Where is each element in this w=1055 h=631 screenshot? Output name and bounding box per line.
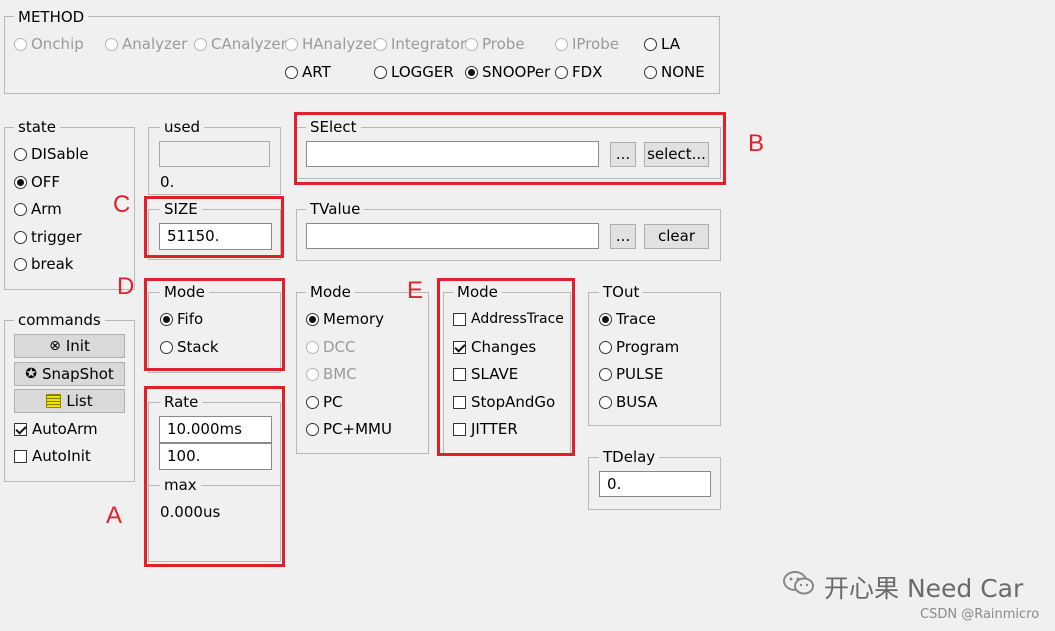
watermark-sub: CSDN @Rainmicro xyxy=(920,607,1040,622)
tvalue-browse-button[interactable]: ... xyxy=(610,224,636,249)
annotation-box-b xyxy=(294,112,726,185)
annotation-label-a: A xyxy=(106,502,123,529)
used-title: used xyxy=(160,118,205,136)
method-group xyxy=(4,16,720,94)
annotation-label-b: B xyxy=(748,130,765,157)
tdelay-title: TDelay xyxy=(599,448,660,466)
mode-radio-pc-mmu[interactable]: PC+MMU xyxy=(306,419,392,439)
snapshot-button[interactable]: ✪ SnapShot xyxy=(14,362,125,386)
annotation-box-c xyxy=(144,196,284,258)
tvalue-title: TValue xyxy=(306,200,365,218)
method-radio-canalyzer[interactable]: CAnalyzer xyxy=(194,34,287,54)
method-radio-onchip[interactable]: Onchip xyxy=(14,34,84,54)
mode-radio-dcc[interactable]: DCC xyxy=(306,337,356,357)
tout-title: TOut xyxy=(599,283,644,301)
autoarm-checkbox[interactable]: AutoArm xyxy=(14,419,98,439)
reset-icon: ⊗ xyxy=(49,338,61,354)
tout-radio-busa[interactable]: BUSA xyxy=(599,392,657,412)
state-radio-trigger[interactable]: trigger xyxy=(14,227,82,247)
method-radio-integrator[interactable]: Integrator xyxy=(374,34,466,54)
mode-radio-pc[interactable]: PC xyxy=(306,392,343,412)
annotation-label-c: C xyxy=(113,191,131,218)
commands-title: commands xyxy=(14,311,105,329)
state-radio-disable[interactable]: DISable xyxy=(14,144,89,164)
method-radio-snooper[interactable]: SNOOPer xyxy=(465,62,550,82)
tout-radio-program[interactable]: Program xyxy=(599,337,679,357)
watermark-main: 开心果 Need Car xyxy=(824,574,1024,603)
tdelay-input[interactable]: 0. xyxy=(599,471,711,497)
method-radio-la[interactable]: LA xyxy=(644,34,680,54)
list-button[interactable]: List xyxy=(14,389,125,413)
annotation-label-e: E xyxy=(407,277,424,304)
state-title: state xyxy=(14,118,60,136)
clear-button[interactable]: clear xyxy=(644,224,709,249)
list-icon xyxy=(46,394,62,408)
wechat-icon xyxy=(783,571,815,595)
method-radio-fdx[interactable]: FDX xyxy=(555,62,602,82)
autoinit-checkbox[interactable]: AutoInit xyxy=(14,446,91,466)
method-radio-iprobe[interactable]: IProbe xyxy=(555,34,619,54)
state-radio-off[interactable]: OFF xyxy=(14,172,60,192)
state-radio-break[interactable]: break xyxy=(14,254,73,274)
init-button[interactable]: ⊗ Init xyxy=(14,334,125,358)
method-radio-analyzer[interactable]: Analyzer xyxy=(105,34,187,54)
method-radio-none[interactable]: NONE xyxy=(644,62,705,82)
snapshot-icon: ✪ xyxy=(25,366,37,382)
method-title: METHOD xyxy=(14,8,89,26)
used-readout: 0. xyxy=(160,173,175,191)
annotation-box-a xyxy=(144,386,285,567)
method-radio-logger[interactable]: LOGGER xyxy=(374,62,454,82)
method-radio-art[interactable]: ART xyxy=(285,62,331,82)
mode-radio-bmc[interactable]: BMC xyxy=(306,364,357,384)
tvalue-input[interactable] xyxy=(306,223,599,249)
tout-radio-trace[interactable]: Trace xyxy=(599,309,656,329)
mode-memory-title: Mode xyxy=(306,283,355,301)
method-radio-probe[interactable]: Probe xyxy=(465,34,525,54)
mode-radio-memory[interactable]: Memory xyxy=(306,309,384,329)
annotation-label-d: D xyxy=(117,273,135,300)
annotation-box-d xyxy=(144,278,285,371)
annotation-box-e xyxy=(437,278,575,456)
used-field xyxy=(159,141,270,167)
tout-radio-pulse[interactable]: PULSE xyxy=(599,364,663,384)
method-radio-hanalyzer[interactable]: HAnalyzer xyxy=(285,34,379,54)
state-radio-arm[interactable]: Arm xyxy=(14,199,62,219)
